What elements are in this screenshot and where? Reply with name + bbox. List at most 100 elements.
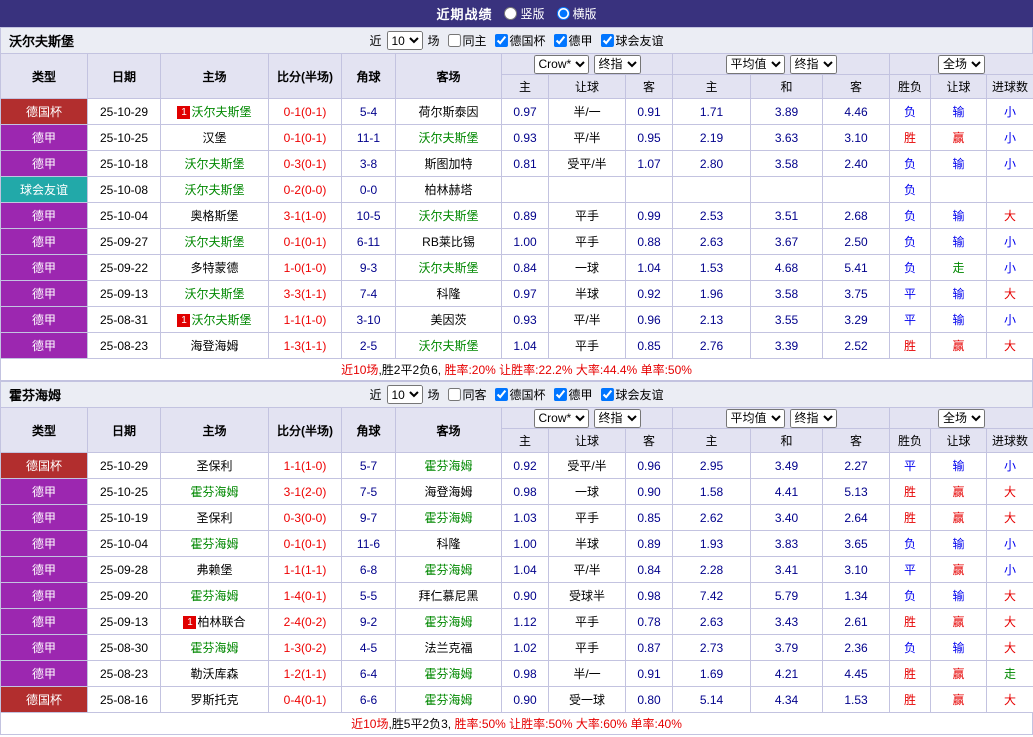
away-team-name[interactable]: 霍芬海姆 — [424, 693, 472, 707]
home-team-name[interactable]: 沃尔夫斯堡 — [184, 157, 244, 171]
league-friendly-option[interactable]: 球会友谊 — [596, 32, 664, 49]
home-team-name[interactable]: 沃尔夫斯堡 — [191, 313, 251, 327]
team-section-0: 沃尔夫斯堡 近 10 场 同主 德国杯 德甲 — [0, 27, 1033, 381]
league-bundesliga-checkbox[interactable] — [554, 388, 567, 401]
league-cup-option[interactable]: 德国杯 — [490, 32, 546, 49]
sub-header-handicap-away: 客 — [626, 429, 673, 453]
away-team-name[interactable]: 沃尔夫斯堡 — [418, 131, 478, 145]
handicap-result-cell: 赢 — [931, 609, 987, 635]
bookmaker-select[interactable]: Crow* — [534, 55, 589, 74]
away-team-name[interactable]: 科隆 — [436, 537, 460, 551]
avg-home-odds-cell: 2.53 — [673, 203, 751, 229]
away-team-name[interactable]: 霍芬海姆 — [424, 667, 472, 681]
period-select[interactable]: 全场 — [938, 55, 985, 74]
match-row: 德国杯 25-08-16 罗斯托克 0-4(0-1) 6-6 霍芬海姆 0.90… — [1, 687, 1033, 713]
recent-count-select[interactable]: 10 — [386, 31, 422, 50]
league-cup-checkbox[interactable] — [495, 388, 508, 401]
home-team-name[interactable]: 罗斯托克 — [190, 693, 238, 707]
away-team-name[interactable]: 柏林赫塔 — [424, 183, 472, 197]
avg-odds-time-select[interactable]: 终指 — [790, 55, 837, 74]
horizontal-radio[interactable] — [557, 7, 570, 20]
handicap-away-odds-cell: 0.87 — [626, 635, 673, 661]
home-team-name[interactable]: 多特蒙德 — [190, 261, 238, 275]
handicap-home-odds-cell: 1.12 — [502, 609, 549, 635]
home-team-name[interactable]: 圣保利 — [196, 511, 232, 525]
away-team-name[interactable]: 沃尔夫斯堡 — [418, 339, 478, 353]
home-team-name[interactable]: 沃尔夫斯堡 — [184, 235, 244, 249]
win-lose-result-cell: 负 — [890, 151, 931, 177]
home-team-name[interactable]: 沃尔夫斯堡 — [184, 287, 244, 301]
league-bundesliga-option[interactable]: 德甲 — [549, 386, 593, 403]
league-type-cell: 德甲 — [1, 479, 88, 505]
league-friendly-label: 球会友谊 — [616, 32, 664, 49]
handicap-away-odds-cell: 0.96 — [626, 453, 673, 479]
score-cell: 3-3(1-1) — [269, 281, 342, 307]
home-team-name[interactable]: 勒沃库森 — [190, 667, 238, 681]
away-team-name[interactable]: 霍芬海姆 — [424, 511, 472, 525]
away-team-cell: 沃尔夫斯堡 — [396, 255, 502, 281]
goals-result-cell: 走 — [987, 661, 1033, 687]
same-venue-label: 同客 — [462, 386, 486, 403]
home-team-name[interactable]: 柏林联合 — [197, 615, 245, 629]
handicap-result-cell: 输 — [931, 151, 987, 177]
away-team-name[interactable]: 荷尔斯泰因 — [418, 105, 478, 119]
home-team-name[interactable]: 沃尔夫斯堡 — [191, 105, 251, 119]
handicap-home-odds-cell: 0.90 — [502, 583, 549, 609]
handicap-odds-time-select[interactable]: 终指 — [594, 55, 641, 74]
league-friendly-option[interactable]: 球会友谊 — [596, 386, 664, 403]
match-date-cell: 25-09-20 — [88, 583, 161, 609]
same-venue-option[interactable]: 同客 — [442, 386, 486, 403]
away-team-name[interactable]: 霍芬海姆 — [424, 563, 472, 577]
same-venue-checkbox[interactable] — [447, 34, 460, 47]
league-type-cell: 德国杯 — [1, 453, 88, 479]
home-team-cell: 沃尔夫斯堡 — [161, 229, 269, 255]
league-bundesliga-option[interactable]: 德甲 — [549, 32, 593, 49]
away-team-name[interactable]: 沃尔夫斯堡 — [418, 261, 478, 275]
layout-horizontal-option[interactable]: 横版 — [557, 5, 597, 22]
vertical-radio[interactable] — [504, 7, 517, 20]
handicap-result-cell: 走 — [931, 255, 987, 281]
away-team-name[interactable]: 霍芬海姆 — [424, 459, 472, 473]
same-venue-checkbox[interactable] — [447, 388, 460, 401]
away-team-name[interactable]: 拜仁慕尼黑 — [418, 589, 478, 603]
home-team-name[interactable]: 奥格斯堡 — [190, 209, 238, 223]
away-team-name[interactable]: 海登海姆 — [424, 485, 472, 499]
away-team-name[interactable]: 美因茨 — [430, 313, 466, 327]
home-team-name[interactable]: 圣保利 — [196, 459, 232, 473]
home-team-name[interactable]: 弗赖堡 — [196, 563, 232, 577]
layout-vertical-option[interactable]: 竖版 — [504, 5, 544, 22]
home-team-name[interactable]: 汉堡 — [202, 131, 226, 145]
handicap-line-cell: 受一球 — [549, 687, 626, 713]
home-team-name[interactable]: 霍芬海姆 — [190, 537, 238, 551]
bookmaker-select[interactable]: Crow* — [534, 409, 589, 428]
home-team-name[interactable]: 霍芬海姆 — [190, 589, 238, 603]
same-venue-option[interactable]: 同主 — [442, 32, 486, 49]
away-team-name[interactable]: 斯图加特 — [424, 157, 472, 171]
handicap-odds-time-select[interactable]: 终指 — [594, 409, 641, 428]
league-type-cell: 德甲 — [1, 151, 88, 177]
away-team-name[interactable]: 科隆 — [436, 287, 460, 301]
home-team-name[interactable]: 沃尔夫斯堡 — [184, 183, 244, 197]
league-cup-option[interactable]: 德国杯 — [490, 386, 546, 403]
score-cell: 0-1(0-1) — [269, 99, 342, 125]
away-team-name[interactable]: 霍芬海姆 — [424, 615, 472, 629]
league-cup-checkbox[interactable] — [495, 34, 508, 47]
avg-odds-select[interactable]: 平均值 — [726, 409, 785, 428]
match-row: 德甲 25-09-13 沃尔夫斯堡 3-3(1-1) 7-4 科隆 0.97 半… — [1, 281, 1033, 307]
avg-odds-select[interactable]: 平均值 — [726, 55, 785, 74]
recent-count-select[interactable]: 10 — [386, 385, 422, 404]
home-team-name[interactable]: 霍芬海姆 — [190, 641, 238, 655]
home-team-name[interactable]: 海登海姆 — [190, 339, 238, 353]
match-row: 德甲 25-08-23 海登海姆 1-3(1-1) 2-5 沃尔夫斯堡 1.04… — [1, 333, 1033, 359]
away-team-name[interactable]: 沃尔夫斯堡 — [418, 209, 478, 223]
avg-odds-time-select[interactable]: 终指 — [790, 409, 837, 428]
away-team-name[interactable]: 法兰克福 — [424, 641, 472, 655]
league-bundesliga-checkbox[interactable] — [554, 34, 567, 47]
away-team-name[interactable]: RB莱比锡 — [422, 235, 475, 249]
corner-cell: 6-6 — [342, 687, 396, 713]
league-friendly-checkbox[interactable] — [601, 34, 614, 47]
period-select[interactable]: 全场 — [938, 409, 985, 428]
home-team-name[interactable]: 霍芬海姆 — [190, 485, 238, 499]
league-friendly-checkbox[interactable] — [601, 388, 614, 401]
win-lose-result-cell: 平 — [890, 307, 931, 333]
